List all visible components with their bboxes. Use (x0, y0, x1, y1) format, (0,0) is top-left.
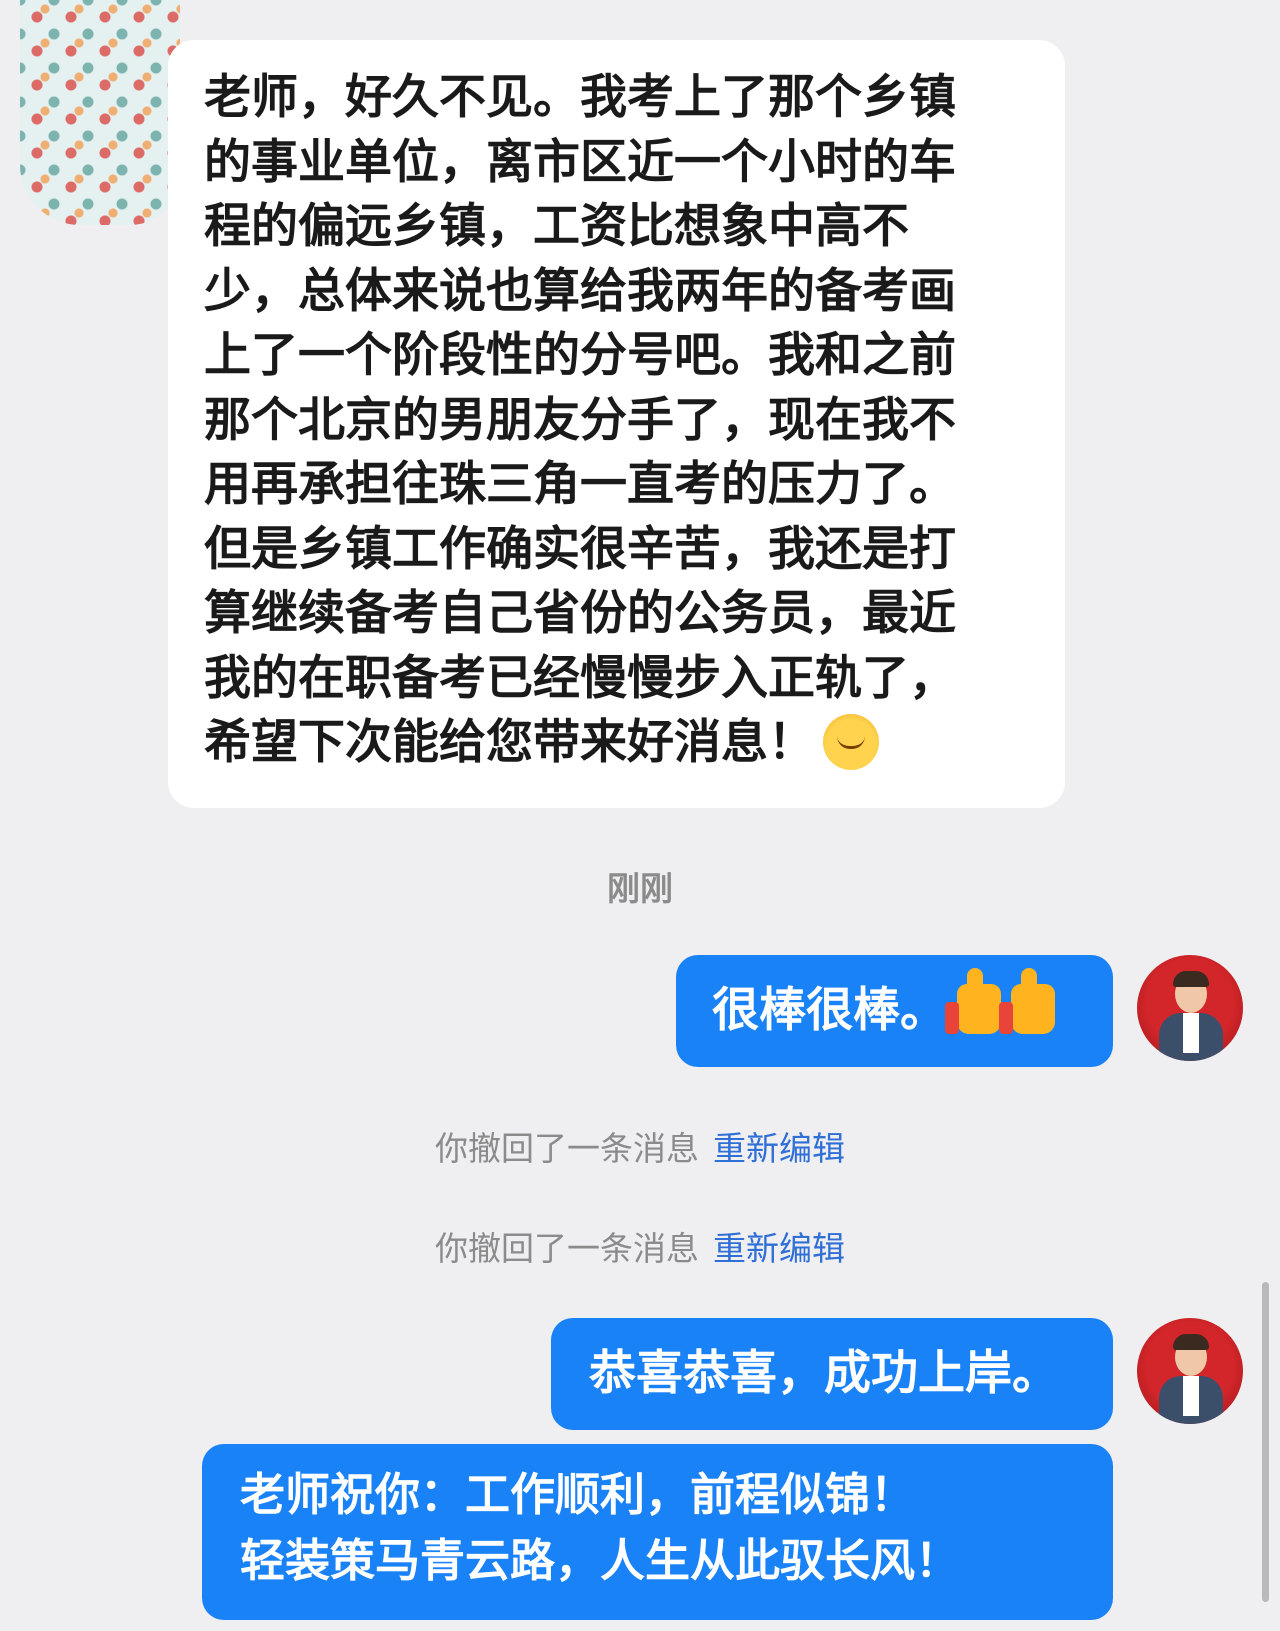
message-line: 程的偏远乡镇，工资比想象中高不 (204, 199, 909, 254)
contact-avatar[interactable] (20, 0, 180, 225)
message-line: 老师祝你：工作顺利，前程似锦！ (240, 1468, 916, 1521)
thumbs-up-icon (999, 968, 1055, 1034)
message-timestamp: 刚刚 (607, 869, 673, 908)
scrollbar[interactable] (1262, 1282, 1269, 1602)
recall-notice: 你撤回了一条消息 重新编辑 (0, 1222, 1280, 1270)
message-text: 很棒很棒。 (712, 983, 947, 1038)
avatar-shirt (1183, 1376, 1199, 1416)
re-edit-link[interactable]: 重新编辑 (713, 1229, 845, 1268)
message-line: 算继续备考自己省份的公务员，最近 (204, 586, 956, 641)
message-line: 老师，好久不见。我考上了那个乡镇 (204, 70, 956, 125)
avatar-shirt (1183, 1013, 1199, 1053)
recall-text: 你撤回了一条消息 (435, 1229, 699, 1268)
message-line-text: 希望下次能给您带来好消息！ (204, 715, 815, 770)
recall-notice: 你撤回了一条消息 重新编辑 (0, 1122, 1280, 1170)
incoming-message-bubble[interactable]: 老师，好久不见。我考上了那个乡镇 的事业单位，离市区近一个小时的车 程的偏远乡镇… (168, 40, 1065, 808)
thumbs-up-icon (945, 968, 1001, 1034)
message-line: 的事业单位，离市区近一个小时的车 (204, 134, 956, 190)
avatar-hair (1173, 1334, 1209, 1350)
message-line: 那个北京的男朋友分手了，现在我不 (204, 392, 956, 448)
avatar-hair (1173, 971, 1209, 987)
message-line: 但是乡镇工作确实很辛苦，我还是打 (204, 521, 956, 577)
chick-emoji-icon (823, 714, 879, 770)
re-edit-link[interactable]: 重新编辑 (713, 1129, 845, 1168)
message-line-last: 希望下次能给您带来好消息！ (204, 711, 1029, 776)
recall-text: 你撤回了一条消息 (435, 1129, 699, 1168)
message-line: 用再承担往珠三角一直考的压力了。 (204, 457, 956, 512)
outgoing-message-bubble[interactable]: 恭喜恭喜，成功上岸。 (551, 1318, 1113, 1430)
message-text: 恭喜恭喜，成功上岸。 (589, 1346, 1059, 1401)
message-line: 少，总体来说也算给我两年的备考画 (204, 263, 956, 319)
message-line: 上了一个阶段性的分号吧。我和之前 (204, 328, 956, 383)
outgoing-message-bubble[interactable]: 老师祝你：工作顺利，前程似锦！ 轻装策马青云路，人生从此驭长风！ (202, 1444, 1113, 1620)
my-avatar[interactable] (1137, 1318, 1243, 1424)
my-avatar[interactable] (1137, 955, 1243, 1061)
outgoing-message-bubble[interactable]: 很棒很棒。 (676, 955, 1113, 1067)
chat-screen: 老师，好久不见。我考上了那个乡镇 的事业单位，离市区近一个小时的车 程的偏远乡镇… (0, 0, 1280, 1631)
message-line: 轻装策马青云路，人生从此驭长风！ (240, 1534, 961, 1587)
message-line: 我的在职备考已经慢慢步入正轨了， (204, 650, 956, 706)
